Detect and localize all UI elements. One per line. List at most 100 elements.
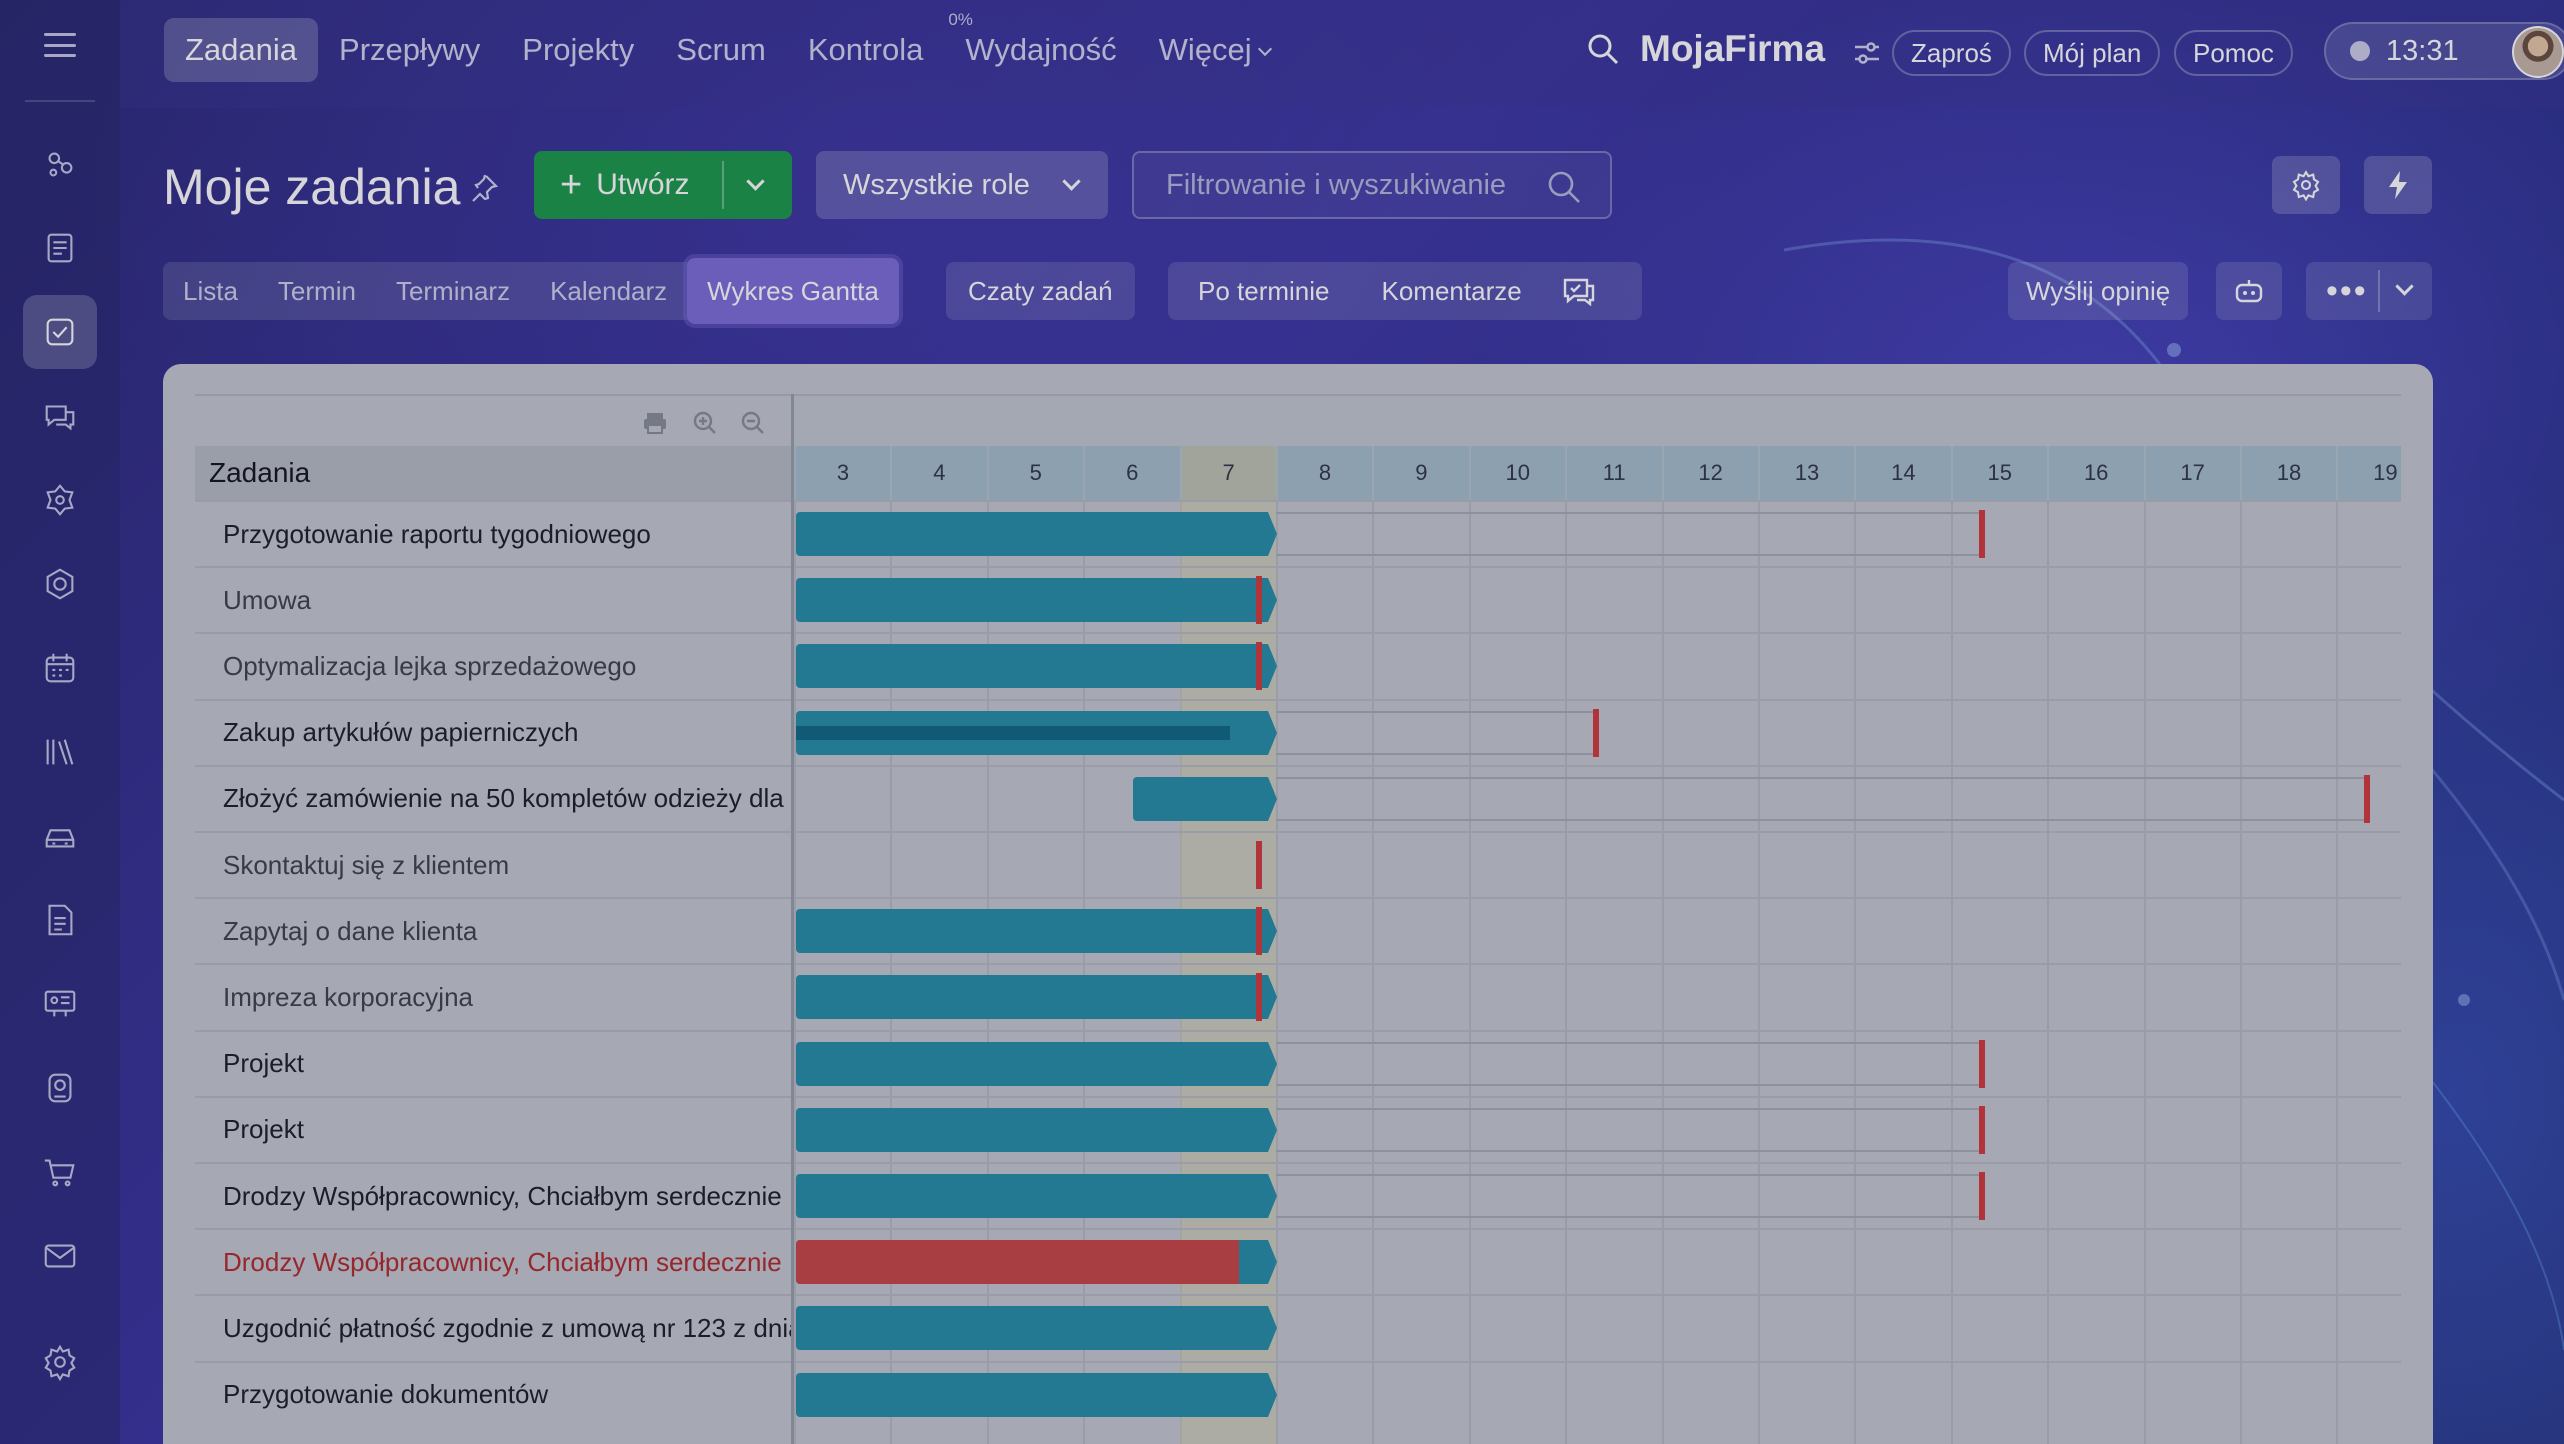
- company-name[interactable]: MojaFirma: [1640, 28, 1825, 70]
- comments-button[interactable]: Komentarze: [1382, 276, 1522, 307]
- clock-widget[interactable]: 13:31: [2324, 22, 2564, 80]
- nav-item-projects[interactable]: Projekty: [501, 18, 655, 82]
- gantt-deadline-marker[interactable]: [1255, 576, 1262, 625]
- nav-item-scrum[interactable]: Scrum: [655, 18, 787, 82]
- sidebar-item-feed[interactable]: [23, 127, 97, 201]
- gantt-task-bar[interactable]: [796, 1041, 1268, 1086]
- invite-button[interactable]: Zaproś: [1892, 30, 2011, 76]
- gantt-deadline-marker[interactable]: [2364, 774, 2371, 823]
- gantt-task-bar[interactable]: [796, 1107, 1268, 1152]
- gantt-task-bar[interactable]: [796, 1372, 1268, 1417]
- nav-label: Scrum: [676, 32, 766, 67]
- task-row[interactable]: Projekt: [195, 1095, 791, 1162]
- chat-check-icon[interactable]: [1562, 276, 1596, 306]
- gantt-gridline: [1468, 500, 1471, 1444]
- zoom-in-icon[interactable]: [692, 410, 718, 436]
- task-row[interactable]: Zakup artykułów papierniczych: [195, 698, 791, 765]
- my-plan-button[interactable]: Mój plan: [2024, 30, 2161, 76]
- nav-item-workflows[interactable]: Przepływy: [318, 18, 501, 82]
- sidebar-item-automation[interactable]: [23, 799, 97, 873]
- sort-by-deadline-button[interactable]: Po terminie: [1198, 276, 1330, 307]
- gantt-task-bar[interactable]: [796, 1306, 1268, 1351]
- ai-assistant-button[interactable]: [2216, 262, 2282, 320]
- gantt-task-bar[interactable]: [796, 975, 1268, 1020]
- gantt-deadline-marker[interactable]: [1593, 708, 1600, 757]
- task-chats-button[interactable]: Czaty zadań: [946, 262, 1135, 320]
- gantt-deadline-marker[interactable]: [1978, 1172, 1985, 1220]
- gantt-deadline-marker[interactable]: [1255, 973, 1262, 1022]
- create-button[interactable]: + Utwórz: [534, 151, 792, 219]
- gantt-gridline: [890, 500, 893, 1444]
- gantt-day-label: 13: [1758, 446, 1854, 500]
- gantt-gridline: [2143, 500, 2146, 1444]
- sidebar-item-crm[interactable]: [23, 463, 97, 537]
- automation-rules-button[interactable]: [2364, 156, 2432, 214]
- gantt-task-bar[interactable]: [796, 578, 1268, 623]
- search-icon[interactable]: [1586, 32, 1620, 66]
- chevron-down-icon[interactable]: [746, 172, 765, 191]
- gantt-deadline-marker[interactable]: [1978, 510, 1985, 558]
- gantt-deadline-marker[interactable]: [1255, 841, 1262, 889]
- gantt-task-bar[interactable]: [796, 512, 1268, 556]
- sidebar-item-settings[interactable]: [23, 1325, 97, 1399]
- tab-calendar[interactable]: Kalendarz: [530, 262, 687, 320]
- sidebar-item-docs[interactable]: [23, 883, 97, 957]
- nav-item-tasks[interactable]: Zadania: [164, 18, 319, 82]
- sidebar-item-mail[interactable]: [23, 1219, 97, 1293]
- gantt-bar-arrow: [1268, 1174, 1277, 1218]
- task-row[interactable]: Drodzy Współpracownicy, Chciałbym serdec…: [195, 1228, 791, 1294]
- apps-icon: [48, 1073, 72, 1103]
- zoom-out-icon[interactable]: [740, 410, 766, 436]
- print-icon[interactable]: [642, 410, 668, 436]
- nav-item-more[interactable]: Więcej: [1138, 18, 1291, 82]
- gantt-overdue-bar[interactable]: [796, 1240, 1240, 1285]
- filter-search[interactable]: [1132, 151, 1612, 219]
- sidebar-item-apps[interactable]: [23, 1051, 97, 1125]
- tab-planner[interactable]: Terminarz: [376, 262, 530, 320]
- pin-icon[interactable]: [468, 172, 500, 204]
- search-icon[interactable]: [1546, 169, 1582, 205]
- task-row[interactable]: Optymalizacja lejka sprzedażowego: [195, 632, 791, 698]
- tab-deadline[interactable]: Termin: [258, 262, 376, 320]
- task-row[interactable]: Przygotowanie raportu tygodniowego: [195, 500, 791, 566]
- task-row[interactable]: Skontaktuj się z klientem: [195, 831, 791, 897]
- sidebar-item-documents[interactable]: [23, 211, 97, 285]
- sidebar-item-shop[interactable]: [23, 1135, 97, 1209]
- tab-list[interactable]: Lista: [163, 262, 258, 320]
- gantt-deadline-marker[interactable]: [1978, 1105, 1985, 1154]
- task-row[interactable]: Drodzy Współpracownicy, Chciałbym serdec…: [195, 1162, 791, 1228]
- gantt-task-bar[interactable]: [796, 644, 1268, 689]
- gantt-deadline-marker[interactable]: [1978, 1039, 1985, 1088]
- gantt-task-bar[interactable]: [1133, 776, 1268, 821]
- roles-dropdown[interactable]: Wszystkie role: [816, 151, 1108, 219]
- task-row[interactable]: Przygotowanie dokumentów: [195, 1360, 791, 1427]
- help-button[interactable]: Pomoc: [2174, 30, 2293, 76]
- menu-icon[interactable]: [42, 30, 78, 60]
- sidebar-item-library[interactable]: [23, 715, 97, 789]
- task-row[interactable]: Umowa: [195, 566, 791, 632]
- tab-gantt[interactable]: Wykres Gantta: [687, 258, 899, 324]
- more-options-button[interactable]: •••: [2306, 262, 2432, 320]
- sliders-icon[interactable]: [1852, 38, 1882, 68]
- gantt-deadline-marker[interactable]: [1255, 907, 1262, 956]
- gantt-task-bar[interactable]: [796, 909, 1268, 954]
- nav-item-control[interactable]: Kontrola: [787, 18, 944, 82]
- sidebar-item-chat[interactable]: [23, 379, 97, 453]
- sidebar-item-training[interactable]: [23, 967, 97, 1041]
- task-row[interactable]: Impreza korporacyjna: [195, 963, 791, 1029]
- task-row[interactable]: Projekt: [195, 1029, 791, 1096]
- gantt-task-bar[interactable]: [796, 1174, 1268, 1218]
- search-input[interactable]: [1166, 168, 1526, 202]
- nav-item-efficiency[interactable]: 0% Wydajność: [944, 10, 1137, 82]
- task-row[interactable]: Zapytaj o dane klienta: [195, 897, 791, 963]
- chevron-down-icon[interactable]: [2395, 277, 2414, 296]
- sidebar-item-sites[interactable]: [23, 547, 97, 621]
- avatar[interactable]: [2512, 26, 2564, 78]
- task-row[interactable]: Uzgodnić płatność zgodnie z umową nr 123…: [195, 1294, 791, 1360]
- sidebar-item-tasks[interactable]: [23, 295, 97, 369]
- gantt-deadline-marker[interactable]: [1255, 642, 1262, 691]
- sidebar-item-calendar[interactable]: [23, 631, 97, 705]
- task-row[interactable]: Złożyć zamówienie na 50 kompletów odzież…: [195, 764, 791, 831]
- settings-button[interactable]: [2272, 156, 2340, 214]
- send-feedback-button[interactable]: Wyślij opinię: [2008, 262, 2189, 320]
